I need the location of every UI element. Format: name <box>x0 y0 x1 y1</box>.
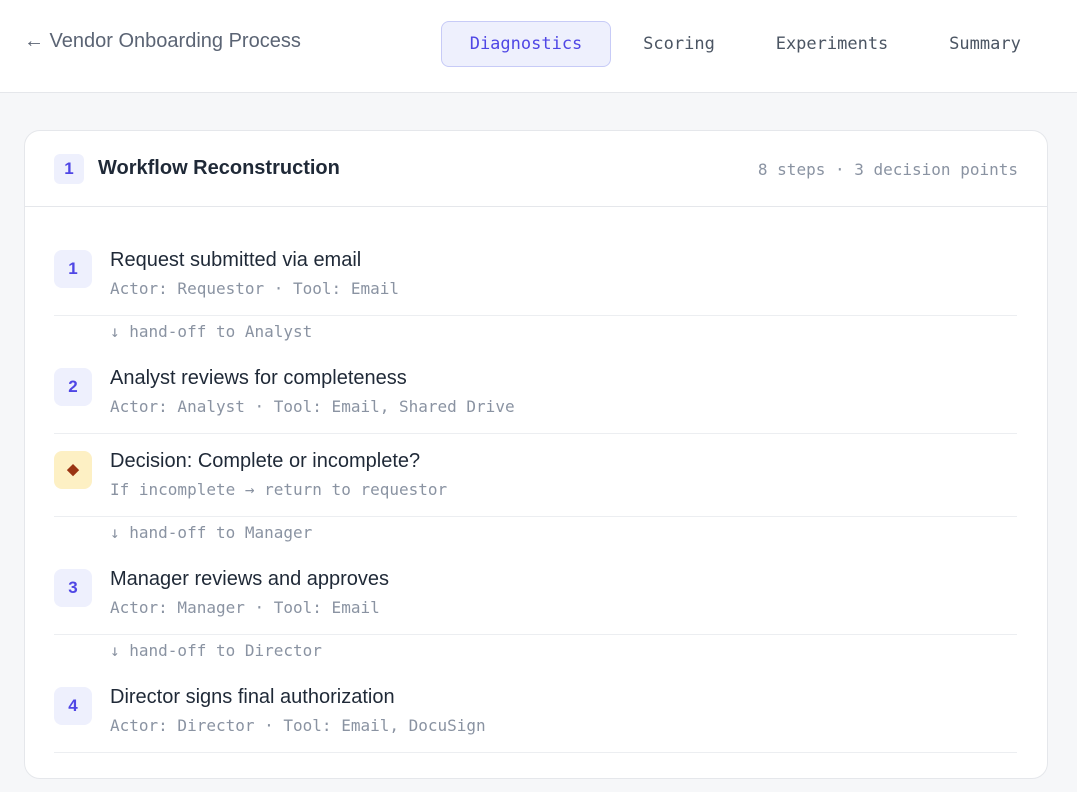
workflow-step[interactable]: 4 Director signs final authorization Act… <box>54 686 1017 753</box>
step-number-badge: 2 <box>54 368 92 406</box>
workflow-step[interactable]: 1 Request submitted via email Actor: Req… <box>54 249 1017 316</box>
back-link[interactable]: ← Vendor Onboarding Process <box>24 30 301 53</box>
card-header: 1 Workflow Reconstruction 8 steps · 3 de… <box>25 131 1047 207</box>
step-title: Analyst reviews for completeness <box>110 367 407 389</box>
tab-scoring[interactable]: Scoring <box>623 21 735 67</box>
step-title: Decision: Complete or incomplete? <box>110 450 421 472</box>
diamond-icon: ◆ <box>54 451 92 489</box>
handoff-label: ↓ hand-off to Analyst <box>110 322 313 341</box>
tab-diagnostics[interactable]: Diagnostics <box>441 21 611 67</box>
step-details: Actor: Director · Tool: Email, DocuSign <box>110 716 486 735</box>
decision-step[interactable]: ◆ Decision: Complete or incomplete? If i… <box>54 450 1017 517</box>
step-number-badge: 1 <box>54 250 92 288</box>
section-meta: 8 steps · 3 decision points <box>757 160 1018 179</box>
top-bar: ← Vendor Onboarding Process Diagnostics … <box>0 0 1077 93</box>
step-title: Request submitted via email <box>110 249 362 271</box>
step-details: If incomplete → return to requestor <box>110 480 448 499</box>
section-number: 1 <box>54 154 84 184</box>
handoff-label: ↓ hand-off to Manager <box>110 523 313 542</box>
section-title: Workflow Reconstruction <box>98 157 340 179</box>
handoff-label: ↓ hand-off to Director <box>110 641 322 660</box>
step-number-badge: 4 <box>54 687 92 725</box>
step-details: Actor: Analyst · Tool: Email, Shared Dri… <box>110 397 515 416</box>
tab-experiments[interactable]: Experiments <box>754 21 910 67</box>
step-details: Actor: Manager · Tool: Email <box>110 598 380 617</box>
step-details: Actor: Requestor · Tool: Email <box>110 279 399 298</box>
workflow-step[interactable]: 3 Manager reviews and approves Actor: Ma… <box>54 568 1017 635</box>
workflow-card: 1 Workflow Reconstruction 8 steps · 3 de… <box>24 130 1048 779</box>
workflow-step[interactable]: 2 Analyst reviews for completeness Actor… <box>54 367 1017 434</box>
step-title: Manager reviews and approves <box>110 568 390 590</box>
step-number-badge: 3 <box>54 569 92 607</box>
tab-summary[interactable]: Summary <box>931 21 1039 67</box>
step-title: Director signs final authorization <box>110 686 395 708</box>
